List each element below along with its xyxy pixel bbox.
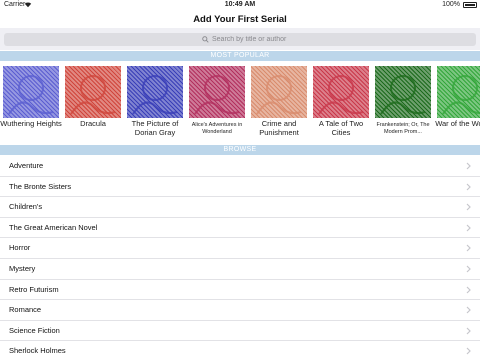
browse-item-label: The Great American Novel bbox=[9, 222, 98, 232]
section-header-most-popular: MOST POPULAR bbox=[0, 51, 480, 61]
browse-list-item[interactable]: Mystery bbox=[0, 259, 480, 280]
book-title: War of the Worlds bbox=[435, 119, 480, 128]
browse-item-label: Sherlock Holmes bbox=[9, 346, 66, 356]
chevron-right-icon bbox=[466, 347, 471, 355]
book-cover-image bbox=[375, 66, 431, 118]
search-field-container[interactable] bbox=[4, 33, 476, 46]
browse-list-item[interactable]: Retro Futurism bbox=[0, 280, 480, 301]
clock: 10:49 AM bbox=[224, 1, 256, 8]
book-cover-image bbox=[65, 66, 121, 118]
chevron-right-icon bbox=[466, 203, 471, 211]
browse-item-label: Horror bbox=[9, 243, 31, 253]
search-bar bbox=[0, 28, 480, 50]
book-title: Alice's Adventures in Wonderland bbox=[191, 122, 243, 135]
book-cover-image bbox=[313, 66, 369, 118]
browse-item-label: Adventure bbox=[9, 161, 44, 170]
chevron-right-icon bbox=[466, 224, 471, 232]
book-card[interactable]: Wuthering Heights bbox=[0, 63, 62, 141]
book-title: Crime and Punishment bbox=[259, 119, 299, 137]
browse-item-label: Romance bbox=[9, 305, 42, 315]
browse-item-label: The Bronte Sisters bbox=[9, 181, 72, 191]
book-cover-image bbox=[251, 66, 307, 118]
chevron-right-icon bbox=[466, 327, 471, 335]
book-cover-image bbox=[189, 66, 245, 118]
book-card[interactable]: Frankenstein; Or, The Modern Prom... bbox=[372, 63, 434, 141]
chevron-right-icon bbox=[466, 162, 471, 170]
book-cover-image bbox=[3, 66, 59, 118]
browse-list-item[interactable]: Sherlock Holmes bbox=[0, 341, 480, 360]
book-card[interactable]: A Tale of Two Cities bbox=[310, 63, 372, 141]
browse-list-item[interactable]: Science Fiction bbox=[0, 321, 480, 342]
browse-item-label: Children's bbox=[9, 202, 43, 212]
book-title: Wuthering Heights bbox=[0, 119, 62, 128]
book-title: Dracula bbox=[80, 119, 106, 128]
book-title: Frankenstein; Or, The Modern Prom... bbox=[376, 122, 430, 135]
status-bar: Carrier 10:49 AM 100% bbox=[0, 0, 480, 10]
book-cover-image bbox=[127, 66, 183, 118]
book-card[interactable]: Dracula bbox=[62, 63, 124, 141]
browse-item-label: Science Fiction bbox=[9, 325, 60, 335]
chevron-right-icon bbox=[466, 265, 471, 273]
book-card[interactable]: War of the Worlds bbox=[434, 63, 480, 141]
book-card[interactable]: The Picture of Dorian Gray bbox=[124, 63, 186, 141]
browse-list-item[interactable]: Adventure bbox=[0, 156, 480, 177]
browse-list: Adventure The Bronte Sisters Children's The… bbox=[0, 156, 480, 360]
section-header-browse: BROWSE bbox=[0, 145, 480, 155]
browse-item-label: Mystery bbox=[9, 263, 36, 273]
chevron-right-icon bbox=[466, 286, 471, 293]
book-title: The Picture of Dorian Gray bbox=[131, 119, 179, 137]
book-card[interactable]: Crime and Punishment bbox=[248, 63, 310, 141]
browse-list-item[interactable]: The Bronte Sisters bbox=[0, 177, 480, 198]
popular-carousel[interactable]: Wuthering Heights Dracula The Picture of D… bbox=[0, 63, 480, 141]
battery-percent: 100% bbox=[442, 1, 460, 8]
browse-list-item[interactable]: Romance bbox=[0, 300, 480, 321]
book-card[interactable]: Alice's Adventures in Wonderland bbox=[186, 63, 248, 141]
battery-icon bbox=[463, 2, 477, 8]
book-cover-image bbox=[437, 66, 480, 118]
chevron-right-icon bbox=[466, 183, 471, 191]
browse-list-item[interactable]: The Great American Novel bbox=[0, 218, 480, 239]
book-title: A Tale of Two Cities bbox=[318, 119, 364, 137]
browse-list-item[interactable]: Horror bbox=[0, 238, 480, 259]
search-icon bbox=[202, 36, 209, 43]
chevron-right-icon bbox=[466, 306, 471, 314]
chevron-right-icon bbox=[466, 244, 471, 252]
page-title: Add Your First Serial bbox=[193, 14, 287, 25]
browse-item-label: Retro Futurism bbox=[9, 284, 59, 294]
browse-list-item[interactable]: Children's bbox=[0, 197, 480, 218]
search-input[interactable] bbox=[212, 33, 412, 46]
